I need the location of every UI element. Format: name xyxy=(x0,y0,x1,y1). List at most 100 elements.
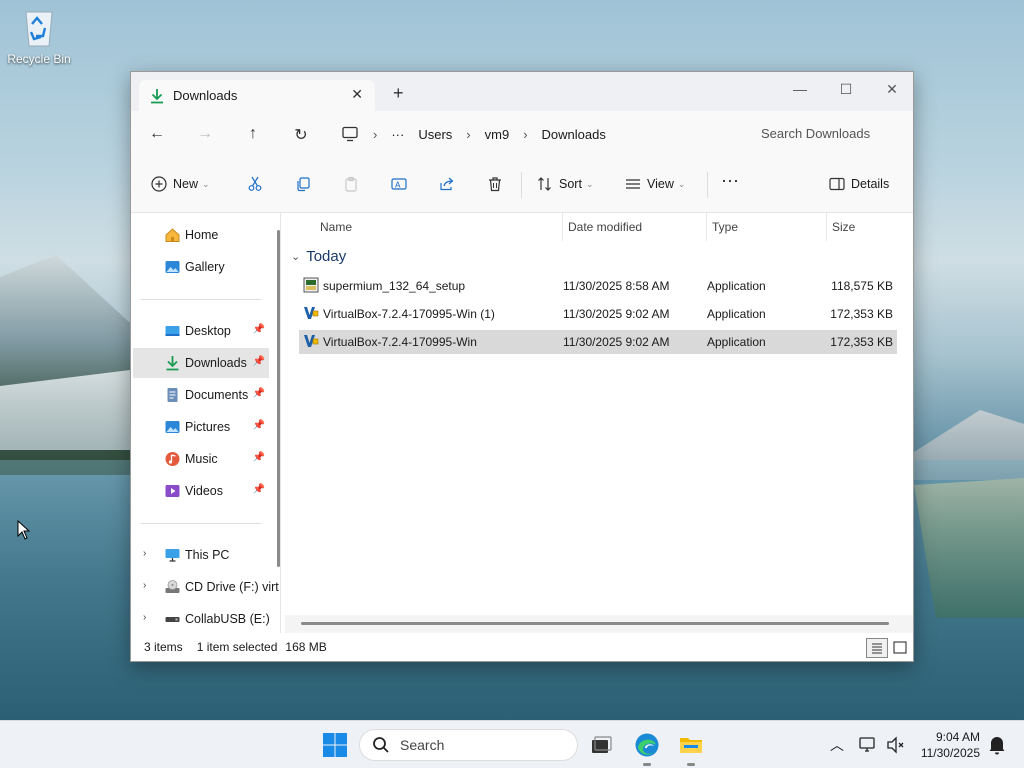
desktop-folder-icon xyxy=(165,326,180,336)
recycle-bin-shortcut[interactable]: Recycle Bin xyxy=(4,6,74,66)
tab-title: Downloads xyxy=(173,88,238,103)
column-header-date-modified[interactable]: Date modified xyxy=(568,220,642,234)
chevron-right-icon[interactable]: › xyxy=(143,548,146,559)
divider xyxy=(707,172,708,198)
details-view-button[interactable] xyxy=(866,638,888,658)
column-divider[interactable] xyxy=(826,213,827,241)
more-options-button[interactable]: ··· xyxy=(721,170,739,191)
pin-icon[interactable]: 📌 xyxy=(253,388,265,399)
virtualbox-icon xyxy=(304,307,319,319)
file-explorer-icon[interactable] xyxy=(678,732,704,758)
maximize-button[interactable]: ☐ xyxy=(823,76,869,104)
sidebar-item-music[interactable]: Music 📌 xyxy=(133,444,269,474)
sidebar-scrollbar[interactable] xyxy=(277,230,280,567)
file-row[interactable]: supermium_132_64_setup 11/30/2025 8:58 A… xyxy=(299,274,897,298)
taskbar-search-box[interactable]: Search xyxy=(359,729,578,761)
file-row[interactable]: VirtualBox-7.2.4-170995-Win (1) 11/30/20… xyxy=(299,302,897,326)
forward-button[interactable]: → xyxy=(195,125,215,145)
paste-button[interactable] xyxy=(343,176,365,192)
sidebar-item-pictures[interactable]: Pictures 📌 xyxy=(133,412,269,442)
chevron-down-icon: ⌄ xyxy=(585,178,594,189)
sidebar-item-label: Gallery xyxy=(185,260,225,274)
network-icon[interactable] xyxy=(858,735,878,755)
close-tab-icon[interactable]: ✕ xyxy=(351,86,363,103)
sidebar-item-documents[interactable]: Documents 📌 xyxy=(133,380,269,410)
sidebar-item-desktop[interactable]: Desktop 📌 xyxy=(133,316,269,346)
view-button[interactable]: View ⌄ xyxy=(625,176,685,192)
sidebar-item-home[interactable]: Home xyxy=(133,220,269,250)
pin-icon[interactable]: 📌 xyxy=(253,356,265,367)
back-button[interactable]: ← xyxy=(147,125,167,145)
chevron-down-icon: ⌄ xyxy=(202,178,210,189)
download-arrow-icon xyxy=(166,356,179,371)
refresh-button[interactable]: ↻ xyxy=(291,125,311,145)
chevron-right-icon[interactable]: › xyxy=(143,580,146,591)
tiles-view-button[interactable] xyxy=(889,638,911,658)
explorer-body: Home Gallery Desktop 📌 Downloads 📌 Docum… xyxy=(131,213,913,633)
delete-button[interactable] xyxy=(487,176,509,192)
rename-button[interactable]: A xyxy=(391,176,413,192)
sidebar-item-this-pc[interactable]: › This PC xyxy=(133,540,269,570)
breadcrumb-downloads[interactable]: Downloads xyxy=(542,127,606,142)
sidebar-item-label: Desktop xyxy=(185,324,231,338)
sidebar-item-gallery[interactable]: Gallery xyxy=(133,252,269,282)
scissors-icon xyxy=(248,176,262,191)
task-view-icon[interactable] xyxy=(588,732,614,758)
column-header-type[interactable]: Type xyxy=(712,220,738,234)
sidebar-item-collabusb[interactable]: › CollabUSB (E:) xyxy=(133,604,270,634)
notification-bell-icon[interactable] xyxy=(988,735,1006,755)
sidebar-item-label: Documents xyxy=(185,388,249,402)
new-tab-button[interactable]: + xyxy=(393,83,404,104)
cut-button[interactable] xyxy=(247,176,269,192)
horizontal-scrollbar[interactable] xyxy=(301,622,889,625)
sidebar-item-downloads[interactable]: Downloads 📌 xyxy=(133,348,269,378)
share-button[interactable] xyxy=(439,176,461,192)
column-header-size[interactable]: Size xyxy=(832,220,855,234)
pin-icon[interactable]: 📌 xyxy=(253,452,265,463)
show-hidden-icons-button[interactable]: ︿ xyxy=(830,735,844,755)
pin-icon[interactable]: 📌 xyxy=(253,420,265,431)
close-window-button[interactable]: ✕ xyxy=(869,76,915,104)
details-label: Details xyxy=(851,177,890,191)
column-divider[interactable] xyxy=(706,213,707,241)
breadcrumb-overflow[interactable]: ··· xyxy=(391,127,404,142)
column-divider[interactable] xyxy=(562,213,563,241)
file-name: VirtualBox-7.2.4-170995-Win xyxy=(323,335,477,349)
sidebar-item-cd-drive[interactable]: › CD Drive (F:) virt xyxy=(133,572,279,602)
file-name: VirtualBox-7.2.4-170995-Win (1) xyxy=(323,307,495,321)
file-list-pane: Name Date modified Type Size ⌄ Today sup… xyxy=(281,213,913,633)
pin-icon[interactable]: 📌 xyxy=(253,484,265,495)
sidebar-item-label: Music xyxy=(185,452,218,466)
windows-start-icon[interactable] xyxy=(322,732,348,758)
breadcrumb-vm9[interactable]: vm9 xyxy=(485,127,510,142)
details-pane-button[interactable]: Details xyxy=(829,176,889,192)
new-button[interactable]: New ⌄ xyxy=(151,176,210,192)
sidebar-item-videos[interactable]: Videos 📌 xyxy=(133,476,269,506)
divider xyxy=(521,172,522,198)
taskbar: Search ︿ 9:04 AM 11/30/2025 xyxy=(0,720,1024,768)
gallery-icon xyxy=(165,261,180,273)
breadcrumb[interactable]: › ··· Users › vm9 › Downloads xyxy=(335,118,738,150)
breadcrumb-users[interactable]: Users xyxy=(418,127,452,142)
view-list-icon xyxy=(626,179,640,189)
music-icon xyxy=(165,452,180,466)
copy-button[interactable] xyxy=(295,176,317,192)
trash-icon xyxy=(489,177,501,192)
column-header-name[interactable]: Name xyxy=(320,220,352,234)
pin-icon[interactable]: 📌 xyxy=(253,324,265,335)
sort-button[interactable]: Sort ⌄ xyxy=(537,176,593,192)
volume-muted-icon[interactable] xyxy=(886,735,906,755)
chevron-right-icon[interactable]: › xyxy=(143,612,146,623)
pictures-icon xyxy=(165,421,180,433)
search-input[interactable]: Search Downloads xyxy=(747,118,913,150)
group-header-today[interactable]: ⌄ Today xyxy=(291,248,346,265)
paste-icon xyxy=(345,176,357,192)
file-row-selected[interactable]: VirtualBox-7.2.4-170995-Win 11/30/2025 9… xyxy=(299,330,897,354)
edge-browser-icon[interactable] xyxy=(634,732,660,758)
tab-downloads[interactable]: Downloads ✕ xyxy=(139,80,375,111)
minimize-button[interactable]: — xyxy=(777,76,823,104)
clock[interactable]: 9:04 AM 11/30/2025 xyxy=(916,730,980,760)
up-button[interactable]: ↑ xyxy=(243,125,263,145)
sidebar-item-label: Downloads xyxy=(185,356,247,370)
taskbar-search-placeholder: Search xyxy=(400,737,445,753)
